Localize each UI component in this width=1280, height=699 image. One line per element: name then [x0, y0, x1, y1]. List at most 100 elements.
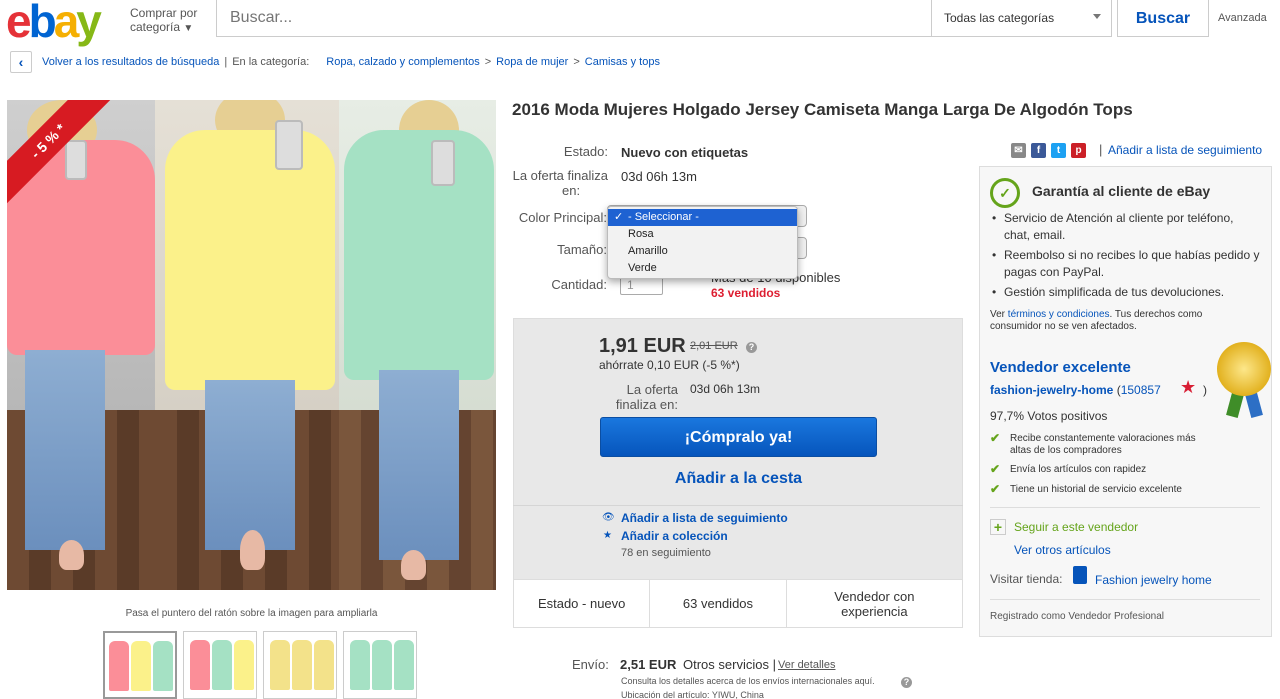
dropdown-option[interactable]: Amarillo [608, 243, 797, 260]
image-panel-mint [339, 100, 496, 590]
ends-label-line: finaliza en: [615, 397, 678, 412]
thumb-swatch [270, 640, 290, 690]
buybox-ends-label: La oferta finaliza en: [600, 382, 678, 412]
positive-feedback: 97,7% Votos positivos [990, 409, 1108, 423]
handshake-icon: ✓ [990, 178, 1020, 208]
breadcrumb-item[interactable]: Camisas y tops [585, 56, 660, 68]
seller-check-text: Envía los artículos con rapidez [1010, 464, 1147, 475]
note-text: Ver [990, 309, 1006, 320]
category-select[interactable]: Todas las categorías [932, 0, 1112, 37]
star-rating-icon: ★ [1180, 377, 1197, 397]
quantity-label: Cantidad: [551, 277, 607, 292]
dropdown-option[interactable]: Rosa [608, 226, 797, 243]
sold-count[interactable]: 63 vendidos [711, 286, 780, 300]
shipping-details-link[interactable]: Ver detalles [778, 659, 835, 671]
header: ebay Comprar por categoría ▼ Todas las c… [0, 0, 1280, 44]
facebook-icon[interactable]: f [1031, 143, 1046, 158]
thumb-swatch [372, 640, 392, 690]
size-label: Tamaño: [557, 242, 607, 257]
watching-count: 78 en seguimiento [621, 547, 711, 559]
image-shoe [240, 530, 265, 570]
visit-store-label: Visitar tienda: [990, 572, 1063, 586]
price: 1,91 EUR [599, 335, 686, 357]
stat-sold: 63 vendidos [650, 580, 787, 627]
guarantee-item: Reembolso si no recibes lo que habías pe… [990, 247, 1262, 281]
logo-letter: y [76, 0, 102, 47]
top-seller-medal-icon [1217, 342, 1271, 396]
zoom-hint: Pasa el puntero del ratón sobre la image… [125, 608, 378, 619]
image-jeans [205, 380, 295, 550]
guarantee-title: Garantía al cliente de eBay [1032, 183, 1211, 199]
thumb-swatch [292, 640, 312, 690]
seller-check-text: Tiene un historial de servicio excelente [1010, 484, 1182, 495]
eye-icon: 👁 [602, 512, 615, 523]
follow-seller-link[interactable]: Seguir a este vendedor [1014, 520, 1138, 534]
email-icon[interactable]: ✉ [1011, 143, 1026, 158]
shop-by-category[interactable]: Comprar por categoría ▼ [130, 6, 210, 36]
star-icon: ★ [603, 530, 612, 541]
breadcrumb-item[interactable]: Ropa, calzado y complementos [326, 56, 479, 68]
breadcrumb-item[interactable]: Ropa de mujer [496, 56, 568, 68]
plus-icon[interactable]: + [990, 519, 1006, 535]
ebay-logo[interactable]: ebay [6, 0, 102, 44]
store-name-link[interactable]: Fashion jewelry home [1095, 573, 1212, 587]
breadcrumb-separator: > [484, 56, 492, 68]
guarantee-item: Servicio de Atención al cliente por telé… [990, 210, 1262, 244]
add-to-collection-link[interactable]: Añadir a colección [621, 529, 728, 543]
divider [513, 505, 963, 506]
thumbnail[interactable] [343, 631, 417, 699]
twitter-icon[interactable]: t [1051, 143, 1066, 158]
info-icon[interactable]: ? [901, 677, 912, 688]
search-button[interactable]: Buscar [1117, 0, 1209, 37]
product-title: 2016 Moda Mujeres Holgado Jersey Camiset… [512, 100, 1133, 119]
ends-label: La oferta finaliza en: [512, 168, 608, 198]
pinterest-icon[interactable]: p [1071, 143, 1086, 158]
logo-letter: e [6, 0, 32, 47]
shipping-label: Envío: [572, 657, 609, 672]
seller-name-link[interactable]: fashion-jewelry-home [990, 383, 1113, 397]
search-input[interactable] [217, 0, 931, 36]
condition-value: Nuevo con etiquetas [621, 145, 749, 160]
product-image[interactable]: - 5 % * [7, 100, 496, 590]
image-shoe [59, 540, 84, 570]
add-to-cart-button[interactable]: Añadir a la cesta [600, 467, 877, 491]
thumbnail-strip [103, 631, 417, 699]
condition-label: Estado: [563, 144, 608, 159]
stat-condition: Estado - nuevo [514, 580, 651, 627]
divider: | [224, 56, 228, 68]
thumbnail[interactable] [263, 631, 337, 699]
feedback-score[interactable]: 150857 [1121, 383, 1161, 397]
thumb-swatch [109, 641, 129, 691]
thumbnail[interactable] [183, 631, 257, 699]
add-to-watchlist-link[interactable]: Añadir a lista de seguimiento [621, 511, 788, 525]
category-select-value: Todas las categorías [944, 11, 1055, 25]
image-shoe [401, 550, 426, 580]
phone-graphic [275, 120, 303, 170]
dropdown-option[interactable]: - Seleccionar - [608, 209, 797, 226]
add-to-watchlist-top-link[interactable]: Añadir a lista de seguimiento [1108, 143, 1262, 157]
in-category-label: En la categoría: [232, 56, 310, 68]
thumb-swatch [212, 640, 232, 690]
image-jeans [379, 370, 459, 560]
guarantee-item: Gestión simplificada de tus devoluciones… [990, 284, 1262, 301]
dropdown-option[interactable]: Verde [608, 260, 797, 277]
terms-link[interactable]: términos y condiciones [1008, 309, 1110, 320]
advanced-search-link[interactable]: Avanzada [1218, 12, 1267, 24]
back-to-results-link[interactable]: Volver a los resultados de búsqueda [42, 56, 219, 68]
thumbnail[interactable] [103, 631, 177, 699]
ends-label-line: en: [562, 183, 581, 198]
registered-seller: Registrado como Vendedor Profesional [990, 611, 1164, 622]
check-icon: ✔ [990, 482, 1001, 496]
guarantee-note: Ver términos y condiciones. Tus derechos… [990, 309, 1250, 333]
logo-letter: a [53, 0, 80, 47]
other-items-link[interactable]: Ver otros artículos [1014, 543, 1111, 557]
shipping-service-text: Otros servicios [683, 657, 769, 672]
feedback-paren: ) [1203, 383, 1207, 397]
stat-seller: Vendedor con experiencia [834, 588, 915, 619]
search-box[interactable] [216, 0, 932, 37]
share-row: ✉ f t p [1011, 143, 1086, 158]
info-icon[interactable]: ? [746, 342, 757, 353]
back-arrow-icon[interactable]: ‹ [10, 51, 32, 73]
seller-info: fashion-jewelry-home (150857 [990, 383, 1161, 397]
buy-now-button[interactable]: ¡Cómpralo ya! [600, 417, 877, 457]
